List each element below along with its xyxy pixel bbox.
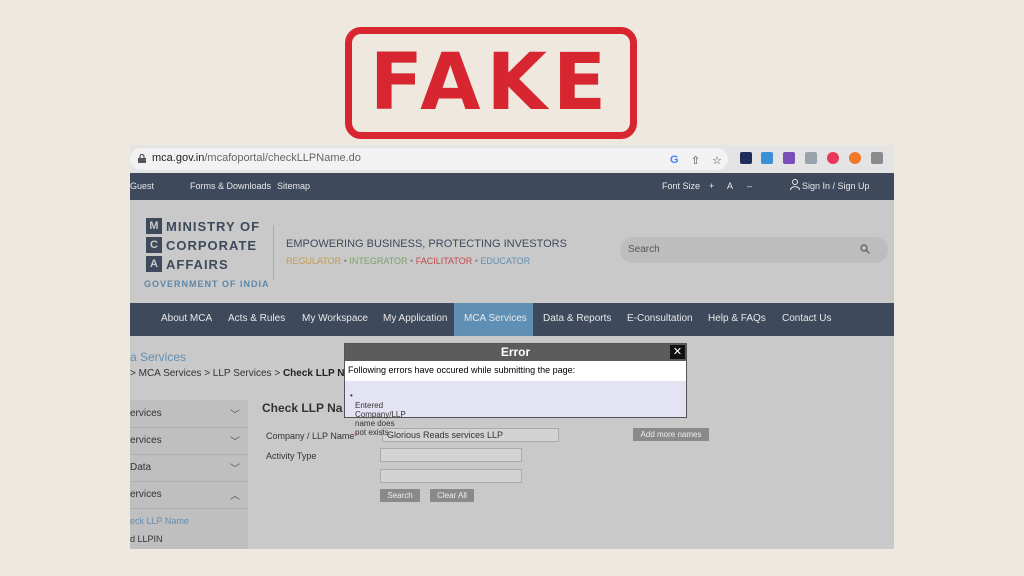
main-nav: About MCA Acts & Rules My Workspace My A… [130, 303, 894, 336]
sidebar-item-label: Data [130, 462, 152, 473]
address-bar[interactable]: mca.gov.in/mcafoportal/checkLLPName.do G… [130, 148, 728, 170]
font-reset-button[interactable]: A [727, 181, 733, 191]
error-dialog: Error ✕ Following errors have occured wh… [344, 343, 687, 437]
fake-stamp: FAKE [345, 27, 637, 139]
sidebar-item-label: ervices [130, 408, 162, 419]
role-educator: EDUCATOR [480, 256, 531, 266]
extension-icon[interactable] [827, 152, 839, 164]
nav-about-mca[interactable]: About MCA [161, 313, 212, 324]
error-item-text: Entered Company/LLP name does not exists… [355, 401, 406, 437]
nav-acts-rules[interactable]: Acts & Rules [228, 313, 285, 324]
error-message: Following errors have occured while subm… [348, 365, 576, 375]
sidebar-item[interactable]: ervices ﹀ [130, 400, 248, 428]
extension-icon[interactable] [805, 152, 817, 164]
error-dialog-title: Error [345, 344, 686, 361]
logo-line-2: CORPORATE [166, 238, 258, 253]
search-button[interactable]: Search [380, 489, 420, 502]
header-divider [273, 225, 274, 280]
guest-label: Guest [130, 181, 155, 191]
sidebar: ervices ﹀ ervices ﹀ Data ﹀ ervices ︿ eck… [130, 400, 248, 549]
extension-icon[interactable] [761, 152, 773, 164]
activity-type-label: Activity Type [266, 451, 317, 461]
search-icon[interactable] [860, 244, 870, 257]
google-icon[interactable]: G [670, 154, 679, 166]
sidebar-item-label: ervices [130, 489, 162, 500]
chevron-down-icon: ﹀ [230, 437, 240, 448]
breadcrumb-current: Check LLP N [282, 368, 345, 379]
website-screenshot: mca.gov.in/mcafoportal/checkLLPName.do G… [130, 145, 894, 549]
error-item: • Entered Company/LLP name does not exis… [350, 391, 406, 437]
user-icon [790, 179, 800, 192]
nav-e-consultation[interactable]: E-Consultation [627, 313, 693, 324]
logo-line-3: AFFAIRS [166, 257, 229, 272]
sidebar-item[interactable]: Data ﹀ [130, 454, 248, 482]
role-regulator: REGULATOR [286, 256, 342, 266]
top-nav: Guest Forms & Downloads Sitemap Font Siz… [130, 173, 894, 200]
error-list: • Entered Company/LLP name does not exis… [345, 381, 686, 437]
logo-letter-m: M [146, 218, 162, 234]
font-size-label: Font Size [662, 181, 701, 191]
logo-line-1: MINISTRY OF [166, 219, 261, 234]
signin-link[interactable]: Sign In / Sign Up [802, 181, 870, 191]
nav-data-reports[interactable]: Data & Reports [543, 313, 611, 324]
extension-icon[interactable] [783, 152, 795, 164]
nav-mca-services[interactable]: MCA Services [464, 313, 527, 324]
chevron-down-icon: ﹀ [230, 464, 240, 475]
extension-icon[interactable] [849, 152, 861, 164]
company-name-input[interactable]: Glorious Reads services LLP [382, 428, 559, 442]
font-increase-button[interactable]: + [709, 181, 714, 191]
breadcrumb-path[interactable]: > MCA Services > LLP Services > [130, 368, 283, 379]
logo-letter-a: A [146, 256, 162, 272]
chevron-down-icon: ﹀ [230, 410, 240, 421]
government-label: GOVERNMENT OF INDIA [144, 279, 270, 289]
nav-my-application[interactable]: My Application [383, 313, 447, 324]
breadcrumb: > MCA Services > LLP Services > Check LL… [130, 368, 344, 379]
url-host: mca.gov.in [152, 152, 205, 164]
lock-icon [138, 154, 146, 163]
star-icon[interactable]: ☆ [712, 154, 722, 167]
add-more-names-button[interactable]: Add more names [633, 428, 709, 441]
site-search-input[interactable]: Search [620, 237, 888, 263]
forms-downloads-link[interactable]: Forms & Downloads [190, 181, 271, 191]
roles-line: REGULATOR • INTEGRATOR • FACILITATOR • E… [286, 256, 531, 266]
sidebar-item-label: ervices [130, 435, 162, 446]
extension-icon[interactable] [740, 152, 752, 164]
logo-letter-c: C [146, 237, 162, 253]
fake-stamp-text: FAKE [369, 38, 613, 128]
close-icon[interactable]: ✕ [670, 345, 685, 359]
nav-my-workspace[interactable]: My Workspace [302, 313, 368, 324]
font-decrease-button[interactable]: – [747, 181, 752, 191]
sidebar-item-expanded[interactable]: ervices ︿ [130, 481, 248, 509]
section-title: a Services [130, 350, 187, 364]
sidebar-subitem-check-llp-name[interactable]: eck LLP Name [130, 516, 189, 526]
company-name-label: Company / LLP Name* [266, 431, 358, 441]
browser-bar: mca.gov.in/mcafoportal/checkLLPName.do G… [130, 145, 894, 173]
url-path: /mcafoportal/checkLLPName.do [204, 152, 361, 164]
sitemap-link[interactable]: Sitemap [277, 181, 310, 191]
clear-all-button[interactable]: Clear All [430, 489, 474, 502]
sidebar-subitem-llpin[interactable]: d LLPIN [130, 534, 163, 544]
page-heading: Check LLP Na [262, 401, 343, 415]
search-placeholder: Search [628, 244, 660, 255]
activity-type-select[interactable] [380, 448, 522, 462]
role-facilitator: FACILITATOR [415, 256, 473, 266]
camera-icon[interactable] [871, 152, 883, 164]
share-icon[interactable]: ⇧ [691, 154, 700, 167]
company-name-label-text: Company / LLP Name [266, 431, 355, 441]
chevron-up-icon: ︿ [230, 491, 240, 502]
activity-type-select-2[interactable] [380, 469, 522, 483]
nav-contact-us[interactable]: Contact Us [782, 313, 831, 324]
url-text: mca.gov.in/mcafoportal/checkLLPName.do [152, 152, 361, 164]
site-header: M C A MINISTRY OF CORPORATE AFFAIRS GOVE… [130, 200, 894, 303]
role-integrator: INTEGRATOR [349, 256, 408, 266]
nav-help-faqs[interactable]: Help & FAQs [708, 313, 766, 324]
sidebar-item[interactable]: ervices ﹀ [130, 427, 248, 455]
tagline: EMPOWERING BUSINESS, PROTECTING INVESTOR… [286, 238, 567, 250]
